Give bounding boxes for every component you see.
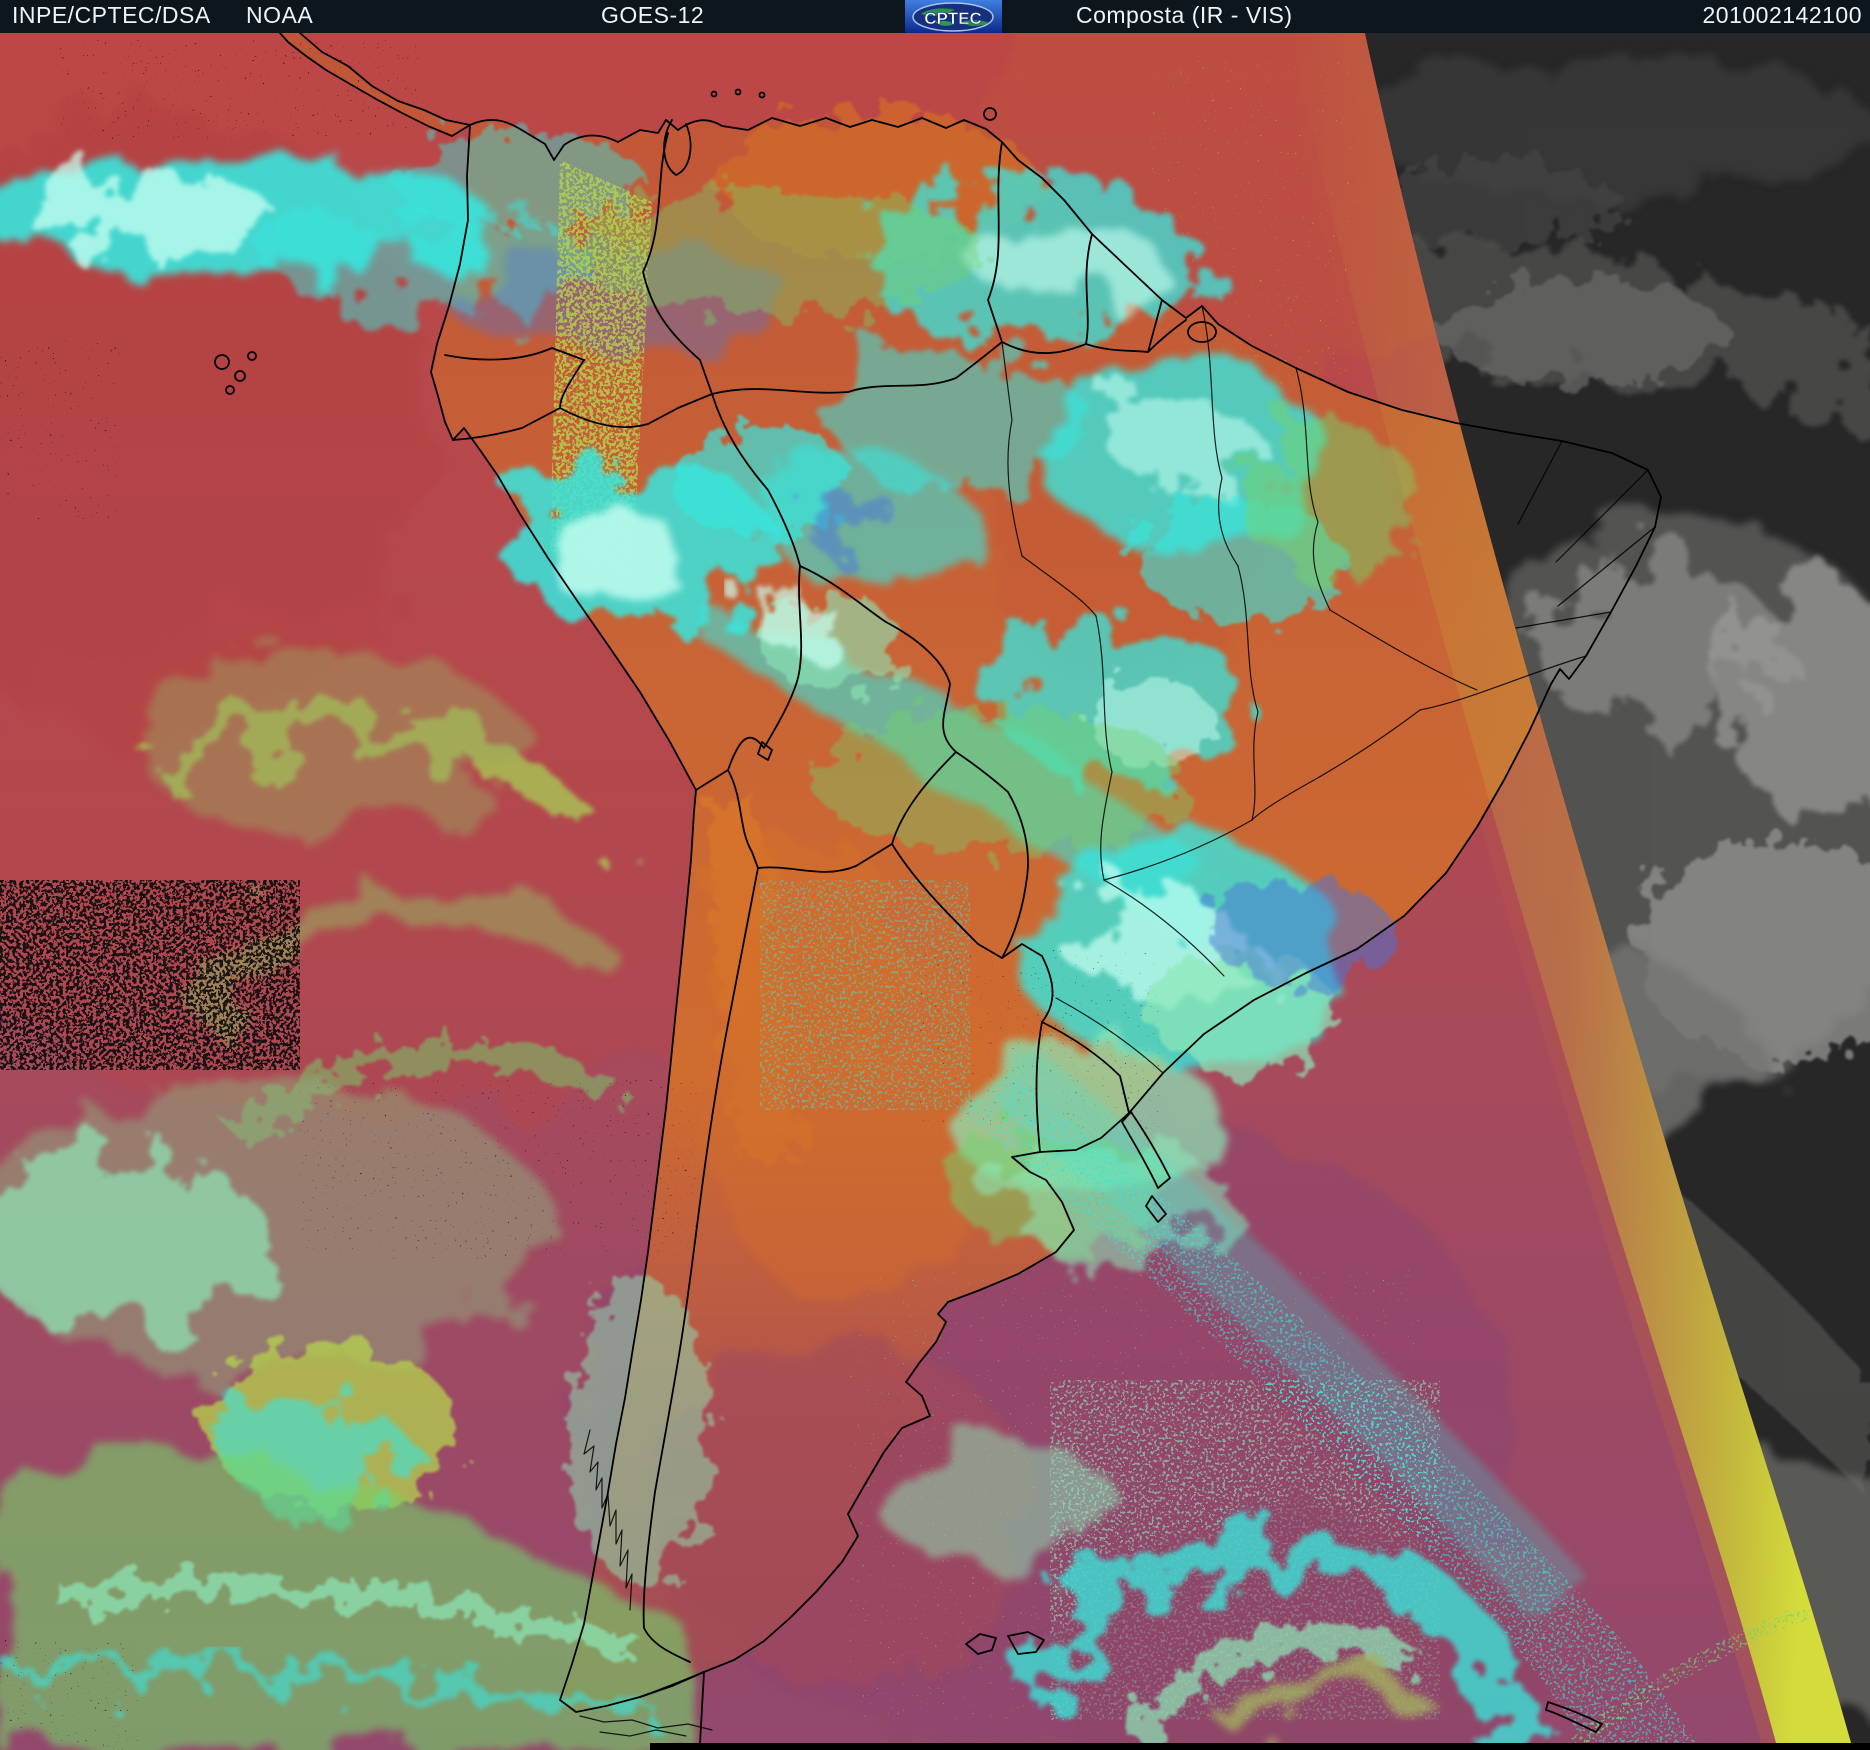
satellite-label: GOES-12 [601, 2, 705, 28]
cloud-blob [135, 650, 525, 834]
noise-speckle [0, 1640, 140, 1750]
cptec-logo-icon: CPTEC [905, 0, 1002, 33]
cloud-blob [1208, 880, 1392, 984]
cloud-blob [885, 1433, 1115, 1577]
cloud-core [25, 175, 275, 255]
noise-speckle [0, 340, 120, 520]
cptec-logo-text: CPTEC [924, 9, 982, 28]
noise-speckle [300, 1080, 700, 1260]
cloud-core [548, 516, 692, 608]
cloud-core [1108, 394, 1252, 486]
title-bar: INPE/CPTEC/DSA NOAA GOES-12 Composta (IR… [0, 0, 1870, 33]
bottom-edge-bar [650, 1743, 1870, 1750]
night-cloud [1435, 280, 1725, 384]
cloud-fringe [815, 710, 1185, 854]
satellite-viewer: INPE/CPTEC/DSA NOAA GOES-12 Composta (IR… [0, 0, 1870, 1750]
satellite-image [0, 33, 1870, 1750]
cloud-blob [798, 488, 902, 552]
timestamp-label: 201002142100 [1702, 2, 1862, 28]
organization-label: NOAA [246, 2, 314, 28]
noise-speckle [0, 880, 300, 1070]
noise-speckle [60, 40, 420, 140]
night-cloud [1375, 163, 1625, 247]
product-label: Composta (IR - VIS) [1076, 2, 1293, 28]
agency-label: INPE/CPTEC/DSA [12, 2, 211, 28]
